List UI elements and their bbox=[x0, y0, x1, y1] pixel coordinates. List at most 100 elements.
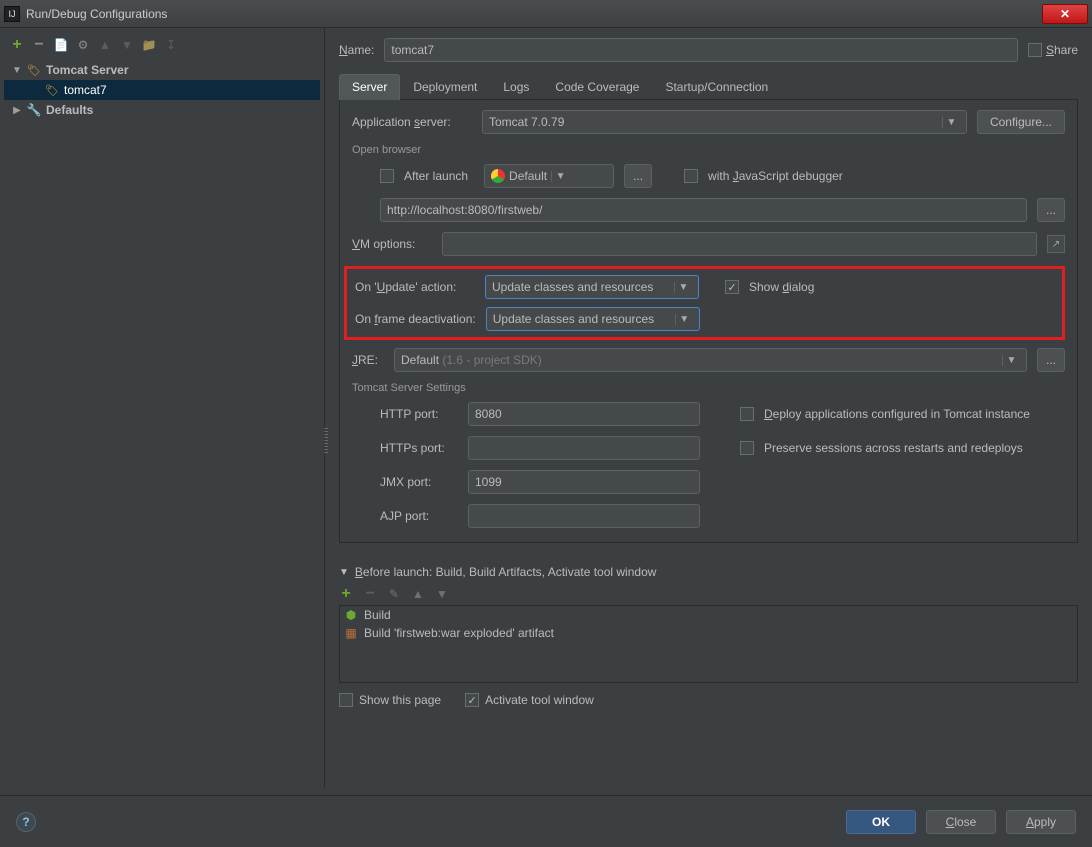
server-tab-panel: Application server: Tomcat 7.0.79 ▼ Conf… bbox=[339, 100, 1078, 543]
url-more-button[interactable]: ... bbox=[1037, 198, 1065, 222]
configure-button[interactable]: Configure... bbox=[977, 110, 1065, 134]
http-port-input[interactable] bbox=[468, 402, 700, 426]
list-item[interactable]: ⬢ Build bbox=[340, 606, 1077, 624]
move-task-down-icon[interactable]: ▼ bbox=[435, 587, 449, 601]
browser-more-button[interactable]: ... bbox=[624, 164, 652, 188]
jre-dropdown[interactable]: Default (1.6 - project SDK) ▼ bbox=[394, 348, 1027, 372]
ajp-port-label: AJP port: bbox=[380, 509, 458, 523]
tree-group-tomcat[interactable]: ▼ 🏷 Tomcat Server bbox=[4, 60, 320, 80]
dropdown-value: Default bbox=[509, 169, 547, 183]
apply-button[interactable]: Apply bbox=[1006, 810, 1076, 834]
js-debugger-label: with JavaScript debugger bbox=[708, 169, 843, 183]
on-update-label: On 'Update' action: bbox=[355, 280, 475, 294]
tomcat-icon: 🏷 bbox=[26, 63, 42, 77]
save-icon[interactable]: ↧ bbox=[164, 38, 178, 52]
dropdown-value: Update classes and resources bbox=[492, 280, 670, 294]
copy-config-icon[interactable]: 📄 bbox=[54, 38, 68, 52]
dropdown-value: Tomcat 7.0.79 bbox=[489, 115, 938, 129]
build-icon: ⬢ bbox=[344, 608, 358, 622]
expand-arrow-icon[interactable]: ▶ bbox=[12, 105, 22, 116]
tree-label: Tomcat Server bbox=[46, 63, 128, 77]
tree-toolbar: + − 📄 ⚙ ▲ ▼ 📁 ↧ bbox=[4, 34, 320, 60]
activate-tool-window-label: Activate tool window bbox=[485, 693, 594, 707]
app-icon: IJ bbox=[4, 6, 20, 22]
config-tree-panel: + − 📄 ⚙ ▲ ▼ 📁 ↧ ▼ 🏷 Tomcat Server 🏷 tomc… bbox=[0, 28, 325, 788]
chevron-down-icon: ▼ bbox=[1002, 355, 1020, 366]
close-window-button[interactable]: ✕ bbox=[1042, 4, 1088, 24]
vm-options-input[interactable] bbox=[442, 232, 1037, 256]
name-label: Name: bbox=[339, 43, 374, 57]
chrome-icon bbox=[491, 169, 505, 183]
add-task-icon[interactable]: + bbox=[339, 587, 353, 601]
before-launch-title: Before launch: Build, Build Artifacts, A… bbox=[355, 565, 657, 579]
deploy-configured-checkbox[interactable] bbox=[740, 407, 754, 421]
chevron-down-icon: ▼ bbox=[675, 314, 693, 325]
edit-task-icon[interactable]: ✎ bbox=[387, 587, 401, 601]
tree-group-defaults[interactable]: ▶ 🔧 Defaults bbox=[4, 100, 320, 120]
tab-code-coverage[interactable]: Code Coverage bbox=[542, 74, 652, 100]
list-item[interactable]: ▦ Build 'firstweb:war exploded' artifact bbox=[340, 624, 1077, 642]
collapse-arrow-icon[interactable]: ▼ bbox=[339, 567, 349, 578]
on-update-dropdown[interactable]: Update classes and resources ▼ bbox=[485, 275, 699, 299]
on-frame-label: On frame deactivation: bbox=[355, 312, 476, 326]
help-button[interactable]: ? bbox=[16, 812, 36, 832]
artifact-icon: ▦ bbox=[344, 626, 358, 640]
open-browser-group-label: Open browser bbox=[352, 144, 1065, 156]
chevron-down-icon: ▼ bbox=[942, 117, 960, 128]
move-up-icon[interactable]: ▲ bbox=[98, 38, 112, 52]
https-port-input[interactable] bbox=[468, 436, 700, 460]
tab-bar: Server Deployment Logs Code Coverage Sta… bbox=[339, 74, 1078, 100]
config-tree[interactable]: ▼ 🏷 Tomcat Server 🏷 tomcat7 ▶ 🔧 Defaults bbox=[4, 60, 320, 788]
move-task-up-icon[interactable]: ▲ bbox=[411, 587, 425, 601]
wrench-icon: 🔧 bbox=[26, 103, 42, 117]
dropdown-value: Default (1.6 - project SDK) bbox=[401, 353, 998, 367]
show-dialog-label: Show dialog bbox=[749, 280, 814, 294]
remove-task-icon[interactable]: − bbox=[363, 587, 377, 601]
titlebar: IJ Run/Debug Configurations ✕ bbox=[0, 0, 1092, 28]
app-server-dropdown[interactable]: Tomcat 7.0.79 ▼ bbox=[482, 110, 967, 134]
preserve-sessions-label: Preserve sessions across restarts and re… bbox=[764, 441, 1023, 455]
move-down-icon[interactable]: ▼ bbox=[120, 38, 134, 52]
tab-server[interactable]: Server bbox=[339, 74, 400, 100]
tab-deployment[interactable]: Deployment bbox=[400, 74, 490, 100]
share-label: Share bbox=[1046, 43, 1078, 57]
on-frame-dropdown[interactable]: Update classes and resources ▼ bbox=[486, 307, 700, 331]
browser-dropdown[interactable]: Default ▼ bbox=[484, 164, 614, 188]
cancel-button[interactable]: Close bbox=[926, 810, 996, 834]
tree-label: tomcat7 bbox=[64, 83, 107, 97]
tomcat-settings-label: Tomcat Server Settings bbox=[352, 382, 1065, 394]
share-checkbox[interactable] bbox=[1028, 43, 1042, 57]
jre-more-button[interactable]: ... bbox=[1037, 348, 1065, 372]
ok-button[interactable]: OK bbox=[846, 810, 916, 834]
chevron-down-icon: ▼ bbox=[551, 171, 569, 182]
panel-grip[interactable] bbox=[324, 428, 328, 454]
folder-icon[interactable]: 📁 bbox=[142, 38, 156, 52]
activate-tool-window-checkbox[interactable] bbox=[465, 693, 479, 707]
preserve-sessions-checkbox[interactable] bbox=[740, 441, 754, 455]
tab-logs[interactable]: Logs bbox=[490, 74, 542, 100]
add-config-icon[interactable]: + bbox=[10, 38, 24, 52]
expand-arrow-icon[interactable]: ▼ bbox=[12, 65, 22, 76]
ajp-port-input[interactable] bbox=[468, 504, 700, 528]
dialog-button-bar: ? OK Close Apply bbox=[0, 795, 1092, 847]
expand-field-icon[interactable]: ↗ bbox=[1047, 235, 1065, 253]
name-input[interactable] bbox=[384, 38, 1018, 62]
tomcat-icon: 🏷 bbox=[44, 83, 60, 97]
tree-item-tomcat7[interactable]: 🏷 tomcat7 bbox=[4, 80, 320, 100]
settings-icon[interactable]: ⚙ bbox=[76, 38, 90, 52]
remove-config-icon[interactable]: − bbox=[32, 38, 46, 52]
show-this-page-label: Show this page bbox=[359, 693, 441, 707]
jmx-port-input[interactable] bbox=[468, 470, 700, 494]
js-debugger-checkbox[interactable] bbox=[684, 169, 698, 183]
tab-startup-connection[interactable]: Startup/Connection bbox=[652, 74, 781, 100]
config-form: Name: Share Server Deployment Logs Code … bbox=[325, 28, 1092, 788]
https-port-label: HTTPs port: bbox=[380, 441, 458, 455]
show-this-page-checkbox[interactable] bbox=[339, 693, 353, 707]
after-launch-label: After launch bbox=[404, 169, 468, 183]
after-launch-checkbox[interactable] bbox=[380, 169, 394, 183]
url-input[interactable] bbox=[380, 198, 1027, 222]
jmx-port-label: JMX port: bbox=[380, 475, 458, 489]
before-launch-section: ▼ Before launch: Build, Build Artifacts,… bbox=[339, 565, 1078, 707]
before-launch-list[interactable]: ⬢ Build ▦ Build 'firstweb:war exploded' … bbox=[339, 605, 1078, 683]
show-dialog-checkbox[interactable] bbox=[725, 280, 739, 294]
